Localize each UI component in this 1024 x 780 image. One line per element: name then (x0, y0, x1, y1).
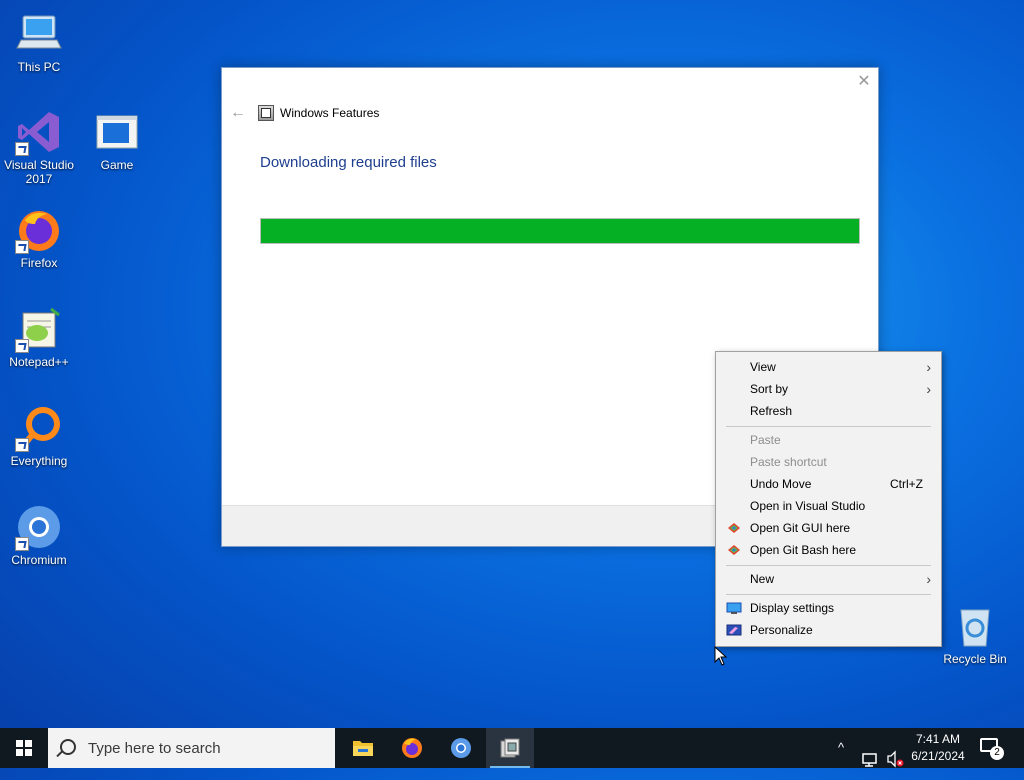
desktop-icon-recycle-bin[interactable]: Recycle Bin (936, 602, 1014, 666)
chromium-icon (451, 738, 471, 758)
taskbar-app-file-explorer[interactable] (339, 728, 387, 768)
dialog-heading: Downloading required files (260, 154, 437, 171)
volume-muted-icon[interactable] (886, 739, 904, 779)
clock-date: 6/21/2024 (911, 749, 965, 763)
menu-item-personalize[interactable]: Personalize (716, 619, 941, 641)
shortcut-arrow-icon (15, 142, 29, 156)
recycle-bin-icon (951, 602, 999, 650)
desktop-icon-visual-studio[interactable]: Visual Studio 2017 (0, 108, 78, 186)
taskbar-app-chromium[interactable] (437, 728, 485, 768)
menu-item-open-in-visual-studio[interactable]: Open in Visual Studio (716, 495, 941, 517)
windows-features-icon (258, 105, 274, 121)
progress-fill (261, 219, 859, 243)
desktop-icon-firefox[interactable]: Firefox (0, 206, 78, 270)
menu-item-label: Open Git Bash here (750, 543, 857, 557)
dialog-title-bar: Windows Features (258, 104, 379, 122)
menu-item-paste[interactable]: Paste (716, 429, 941, 451)
notepad-plus-plus-icon (15, 305, 63, 353)
menu-item-view[interactable]: View › (716, 356, 941, 378)
menu-item-label: View (750, 360, 776, 374)
menu-item-label: Sort by (750, 382, 789, 396)
shortcut-arrow-icon (15, 240, 29, 254)
menu-item-open-git-bash[interactable]: Open Git Bash here (716, 539, 941, 561)
menu-item-open-git-gui[interactable]: Open Git GUI here (716, 517, 941, 539)
menu-item-label: Display settings (750, 601, 835, 615)
file-explorer-icon (353, 741, 373, 756)
network-icon[interactable] (862, 740, 880, 780)
menu-item-undo-move[interactable]: Undo Move Ctrl+Z (716, 473, 941, 495)
taskbar-clock[interactable]: 7:41 AM 6/21/2024 (905, 731, 971, 765)
menu-item-label: Open Git GUI here (750, 521, 851, 535)
desktop-icon-everything[interactable]: Everything (0, 404, 78, 468)
windows-features-icon (500, 738, 520, 758)
computer-icon (15, 10, 63, 58)
desktop-context-menu: View › Sort by › Refresh Paste Paste sho… (715, 351, 942, 647)
desktop-icon-notepad-plus-plus[interactable]: Notepad++ (0, 305, 78, 369)
firefox-icon (402, 738, 422, 758)
taskbar: Type here to search ^ 7:41 AM 6/21/2024 … (0, 728, 1024, 768)
notification-count-badge: 2 (990, 746, 1004, 760)
menu-item-label: Personalize (750, 623, 813, 637)
mouse-cursor-icon (714, 646, 728, 666)
desktop-icon-label: Firefox (20, 256, 58, 270)
taskbar-app-windows-features[interactable] (486, 728, 534, 768)
action-center-button[interactable]: 2 (978, 736, 1004, 760)
desktop-icon-this-pc[interactable]: This PC (0, 10, 78, 74)
visual-studio-icon (15, 108, 63, 156)
download-progress-bar (260, 218, 860, 244)
shortcut-arrow-icon (15, 537, 29, 551)
menu-item-sort-by[interactable]: Sort by › (716, 378, 941, 400)
chromium-icon (15, 503, 63, 551)
back-arrow-icon[interactable]: ← (230, 104, 246, 122)
desktop-icon-label: This PC (17, 60, 61, 74)
menu-item-label: Refresh (750, 404, 793, 418)
menu-item-refresh[interactable]: Refresh (716, 400, 941, 422)
desktop-icon-label: Everything (10, 454, 68, 468)
desktop-icon-label: Notepad++ (9, 355, 69, 369)
desktop-icon-label: Recycle Bin (943, 652, 1007, 666)
taskbar-search-box[interactable]: Type here to search (48, 728, 335, 768)
menu-item-label: Open in Visual Studio (750, 499, 866, 513)
windows-logo-icon (16, 740, 32, 756)
menu-separator (726, 594, 931, 595)
taskbar-app-firefox[interactable] (388, 728, 436, 768)
chevron-right-icon: › (926, 381, 931, 397)
shortcut-arrow-icon (15, 339, 29, 353)
desktop-icon-label: Game (100, 158, 134, 172)
desktop-icon-label: Chromium (11, 553, 67, 567)
chevron-right-icon: › (926, 571, 931, 587)
menu-item-paste-shortcut[interactable]: Paste shortcut (716, 451, 941, 473)
chevron-right-icon: › (926, 359, 931, 375)
menu-item-label: New (750, 572, 775, 586)
desktop-icon-chromium[interactable]: Chromium (0, 503, 78, 567)
everything-search-icon (15, 404, 63, 452)
git-icon (728, 545, 740, 555)
close-icon[interactable]: ✕ (856, 74, 872, 90)
menu-item-label: Undo Move (750, 477, 812, 491)
dialog-title: Windows Features (280, 106, 380, 120)
desktop-icon-game[interactable]: Game (78, 108, 156, 172)
menu-item-shortcut: Ctrl+Z (890, 477, 923, 491)
display-icon (726, 602, 742, 614)
game-icon (93, 108, 141, 156)
menu-item-display-settings[interactable]: Display settings (716, 597, 941, 619)
search-icon (60, 739, 76, 755)
menu-item-label: Paste shortcut (750, 455, 827, 469)
clock-time: 7:41 AM (915, 732, 961, 746)
git-icon (728, 523, 740, 533)
start-button[interactable] (0, 728, 48, 768)
show-hidden-icons-chevron[interactable]: ^ (838, 740, 844, 780)
firefox-icon (15, 206, 63, 254)
menu-separator (726, 565, 931, 566)
menu-separator (726, 426, 931, 427)
menu-item-label: Paste (750, 433, 781, 447)
search-placeholder: Type here to search (88, 740, 221, 757)
desktop-icon-label: Visual Studio 2017 (4, 158, 74, 186)
personalize-icon (726, 624, 742, 636)
shortcut-arrow-icon (15, 438, 29, 452)
menu-item-new[interactable]: New › (716, 568, 941, 590)
